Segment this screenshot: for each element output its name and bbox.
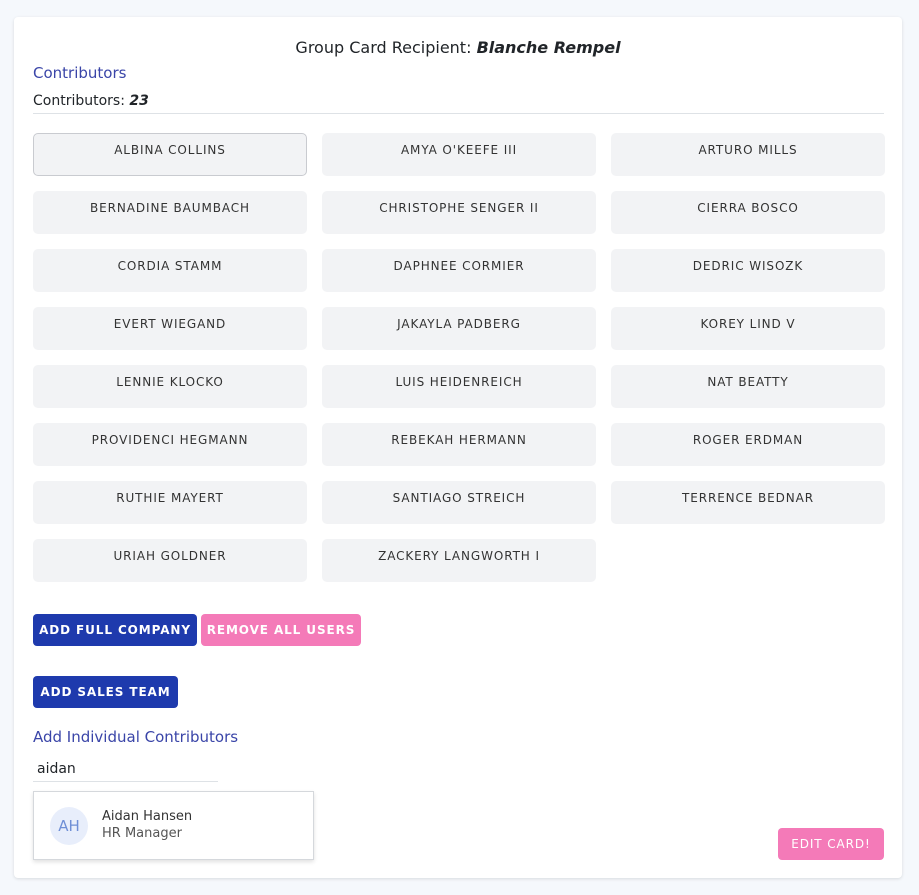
contributor-chip[interactable]: EVERT WIEGAND — [33, 307, 307, 350]
group-card-panel: Group Card Recipient: Blanche Rempel Con… — [14, 17, 902, 878]
contributor-chip[interactable]: DAPHNEE CORMIER — [322, 249, 596, 292]
result-name: Aidan Hansen — [102, 809, 193, 824]
contributor-chip[interactable]: BERNADINE BAUMBACH — [33, 191, 307, 234]
edit-card-button[interactable]: EDIT CARD! — [778, 828, 884, 860]
contributor-chip[interactable]: ROGER ERDMAN — [611, 423, 885, 466]
contributor-chip[interactable]: PROVIDENCI HEGMANN — [33, 423, 307, 466]
contributor-chip[interactable]: KOREY LIND V — [611, 307, 885, 350]
contributor-chip[interactable]: JAKAYLA PADBERG — [322, 307, 596, 350]
recipient-name: Blanche Rempel — [476, 38, 621, 57]
contributor-chip[interactable]: TERRENCE BEDNAR — [611, 481, 885, 524]
add-full-company-button[interactable]: ADD FULL COMPANY — [33, 614, 197, 646]
result-role: HR Manager — [102, 826, 182, 841]
contributor-chip[interactable]: ARTURO MILLS — [611, 133, 885, 176]
contributor-chip[interactable]: DEDRIC WISOZK — [611, 249, 885, 292]
contributors-count: Contributors: 23 — [33, 93, 149, 109]
contributor-chip[interactable]: SANTIAGO STREICH — [322, 481, 596, 524]
contributors-title: Contributors — [33, 64, 127, 82]
contributor-chip[interactable]: ZACKERY LANGWORTH I — [322, 539, 596, 582]
contributors-count-label: Contributors: — [33, 93, 125, 109]
contributor-chip[interactable]: URIAH GOLDNER — [33, 539, 307, 582]
search-result-item[interactable]: AH Aidan Hansen HR Manager — [33, 791, 314, 860]
add-individual-title: Add Individual Contributors — [33, 728, 239, 746]
avatar: AH — [50, 807, 88, 845]
add-sales-team-button[interactable]: ADD SALES TEAM — [33, 676, 178, 708]
recipient-label: Group Card Recipient: — [295, 38, 472, 57]
contributor-chip[interactable]: CHRISTOPHE SENGER II — [322, 191, 596, 234]
contributors-count-value: 23 — [129, 93, 149, 109]
recipient-heading: Group Card Recipient: Blanche Rempel — [14, 38, 902, 57]
contributor-chip[interactable]: CORDIA STAMM — [33, 249, 307, 292]
remove-all-users-button[interactable]: REMOVE ALL USERS — [201, 614, 361, 646]
contributor-chip[interactable]: RUTHIE MAYERT — [33, 481, 307, 524]
contributor-chip[interactable]: REBEKAH HERMANN — [322, 423, 596, 466]
contributor-chip[interactable]: CIERRA BOSCO — [611, 191, 885, 234]
contributor-chip[interactable]: NAT BEATTY — [611, 365, 885, 408]
contributors-grid: ALBINA COLLINS AMYA O'KEEFE III ARTURO MIL… — [33, 133, 885, 582]
contributor-chip[interactable]: LUIS HEIDENREICH — [322, 365, 596, 408]
contributor-chip[interactable]: LENNIE KLOCKO — [33, 365, 307, 408]
contributor-chip[interactable]: ALBINA COLLINS — [33, 133, 307, 176]
divider — [33, 113, 884, 114]
contributor-chip[interactable]: AMYA O'KEEFE III — [322, 133, 596, 176]
contributor-search-input[interactable] — [33, 759, 218, 782]
